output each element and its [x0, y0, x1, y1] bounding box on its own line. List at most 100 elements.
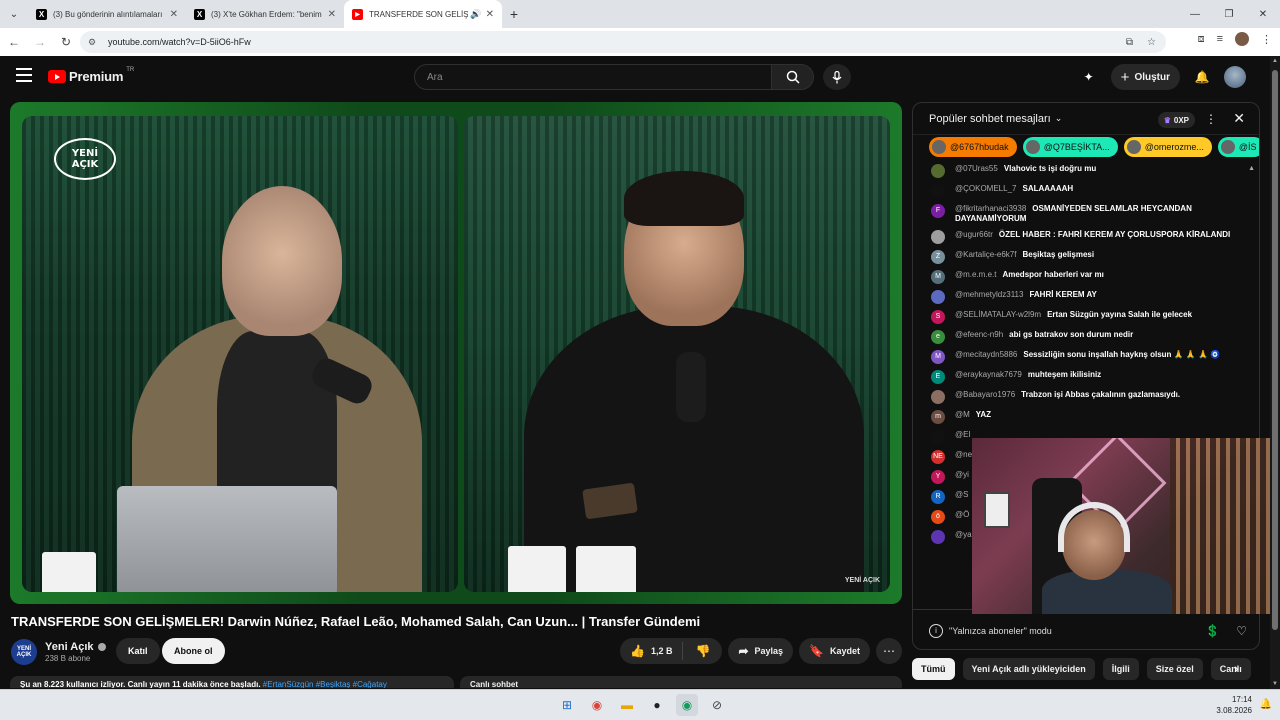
browser-tab-0[interactable]: X (3) Bu gönderinin alıntılamaları ✕	[28, 0, 186, 28]
chat-author[interactable]: @mehmetyldz3113	[955, 290, 1023, 299]
chat-message[interactable]: M @m.e.m.e.t Amedspor haberleri var mı	[913, 267, 1253, 287]
chat-author-avatar[interactable]	[931, 230, 945, 244]
chat-author-avatar[interactable]: Y	[931, 470, 945, 484]
create-button[interactable]: + Oluştur	[1110, 64, 1180, 90]
chat-ticker[interactable]: @İS	[1217, 137, 1259, 157]
chat-author[interactable]: @m.e.m.e.t	[955, 270, 996, 279]
chat-author[interactable]: @ÇOKOMELL_7	[955, 184, 1016, 193]
description-box[interactable]: Şu an 8.223 kullanıcı izliyor. Canlı yay…	[10, 676, 454, 688]
back-arrow-icon[interactable]: ←	[2, 30, 26, 54]
chat-message[interactable]: @ugur66tr ÖZEL HABER : FAHRİ KEREM AY ÇOR…	[913, 227, 1253, 247]
chrome-icon[interactable]: ◉	[676, 694, 698, 716]
chat-author-avatar[interactable]: F	[931, 204, 945, 218]
more-actions-button[interactable]: ⋯	[876, 638, 902, 664]
chat-author-avatar[interactable]: m	[931, 410, 945, 424]
cast-icon[interactable]: ⧉	[1126, 37, 1133, 48]
filter-chip[interactable]: Size özel	[1146, 658, 1203, 680]
chat-ticker[interactable]: @Q7BEŞİKTA...	[1022, 137, 1118, 157]
app-icon[interactable]: ⊘	[706, 694, 728, 716]
chat-message[interactable]: @mehmetyldz3113 FAHRİ KEREM AY	[913, 287, 1253, 307]
windows-start-icon[interactable]: ⊞	[556, 694, 578, 716]
chat-message[interactable]: M @mecitaydn5886 Sessizliğin sonu inşallah…	[913, 347, 1253, 367]
heart-icon[interactable]: ♡	[1236, 624, 1247, 638]
close-icon[interactable]: ✕	[170, 9, 178, 20]
chat-message[interactable]: S @SELİMATALAY-w2l9m Ertan Süzgün yayına S…	[913, 307, 1253, 327]
chat-author[interactable]: @eraykaynak7679	[955, 370, 1022, 379]
filter-chip[interactable]: Yeni Açık adlı yükleyiciden	[962, 658, 1095, 680]
notification-bell-icon[interactable]: 🔔	[1260, 699, 1272, 710]
chat-mode-label[interactable]: Popüler sohbet mesajları	[929, 113, 1051, 125]
reading-list-icon[interactable]: ≡	[1217, 33, 1223, 45]
chat-ticker[interactable]: @omerozme...	[1123, 137, 1212, 157]
filter-chip[interactable]: Canlı	[1210, 658, 1251, 680]
bookmark-star-icon[interactable]: ☆	[1147, 37, 1156, 48]
channel-name[interactable]: Yeni Açık	[45, 641, 94, 653]
super-chat-icon[interactable]: 💲	[1205, 624, 1220, 638]
chat-author[interactable]: @El	[955, 430, 970, 439]
chat-author[interactable]: @efeenc-n9h	[955, 330, 1003, 339]
chat-author[interactable]: @07Uras55	[955, 164, 998, 173]
chat-message[interactable]: F @fikritarhanaci3938 OSMANİYEDEN SELAMLAR…	[913, 201, 1253, 227]
chat-message[interactable]: e @efeenc-n9h abi gs batrakov son durum ne…	[913, 327, 1253, 347]
url-field[interactable]: ⚙ youtube.com/watch?v=D-5iiO6-hFw ⧉ ☆	[80, 31, 1166, 53]
app-icon[interactable]: ●	[646, 694, 668, 716]
chat-message[interactable]: Z @Kartaliçe-e6k7f Beşiktaş gelişmesi	[913, 247, 1253, 267]
chat-author-avatar[interactable]: NE	[931, 450, 945, 464]
chat-author[interactable]: @mecitaydn5886	[955, 350, 1017, 359]
close-icon[interactable]: ✕	[328, 9, 336, 20]
search-button[interactable]	[772, 64, 814, 90]
share-button[interactable]: ➦ Paylaş	[728, 638, 794, 664]
tab-search-icon[interactable]: ⌄	[0, 0, 28, 28]
close-chat-icon[interactable]: ✕	[1233, 110, 1245, 127]
chat-author[interactable]: @ugur66tr	[955, 230, 993, 239]
chat-author-avatar[interactable]	[931, 164, 945, 178]
xp-badge[interactable]: ♛ 0XP	[1157, 112, 1195, 128]
new-tab-button[interactable]: +	[502, 6, 526, 22]
chat-author[interactable]: @SELİMATALAY-w2l9m	[955, 310, 1041, 319]
chat-message[interactable]: m @M YAZ	[913, 407, 1253, 427]
description-tags[interactable]: #ErtanSüzgün #Beşiktaş #Cağatay	[263, 680, 387, 688]
extensions-icon[interactable]: ⧈	[1198, 33, 1205, 46]
info-icon[interactable]: i	[929, 623, 943, 638]
chevron-down-icon[interactable]: ⌄	[1055, 113, 1063, 124]
chat-author[interactable]: @Ö	[955, 510, 969, 519]
chat-more-icon[interactable]: ⋮	[1205, 112, 1217, 126]
chat-author-avatar[interactable]: M	[931, 350, 945, 364]
close-window-icon[interactable]: ✕	[1246, 0, 1280, 28]
account-avatar[interactable]	[1224, 66, 1246, 88]
chat-author[interactable]: @Kartaliçe-e6k7f	[955, 250, 1016, 259]
chat-author[interactable]: @ne	[955, 450, 972, 459]
search-input[interactable]: Ara	[414, 64, 772, 90]
chat-message[interactable]: @07Uras55 Vlahovic ts işi doğru mu	[913, 161, 1253, 181]
file-explorer-icon[interactable]: ▬	[616, 694, 638, 716]
site-info-icon[interactable]: ⚙	[88, 37, 102, 48]
chat-header[interactable]: Popüler sohbet mesajları ⌄ ♛ 0XP ⋮ ✕	[913, 103, 1259, 135]
chat-author-avatar[interactable]	[931, 390, 945, 404]
chat-author-avatar[interactable]	[931, 530, 945, 544]
premium-gift-icon[interactable]: ✦	[1079, 67, 1099, 87]
chat-author[interactable]: @fikritarhanaci3938	[955, 204, 1026, 213]
chat-author[interactable]: @S	[955, 490, 968, 499]
voice-search-button[interactable]	[823, 64, 851, 90]
chat-author-avatar[interactable]: ö	[931, 510, 945, 524]
maximize-icon[interactable]: ❐	[1212, 0, 1246, 28]
chat-author[interactable]: @M	[955, 410, 970, 419]
page-scrollbar[interactable]: ▲ ▼	[1270, 56, 1280, 689]
reload-icon[interactable]: ↻	[54, 30, 78, 54]
youtube-logo[interactable]: Premium TR	[48, 67, 134, 84]
browser-tab-1[interactable]: X (3) X'te Gökhan Erdem: "benim ✕	[186, 0, 344, 28]
chat-message[interactable]: @Babayaro1976 Trabzon işi Abbas çakalının…	[913, 387, 1253, 407]
chat-author-avatar[interactable]: S	[931, 310, 945, 324]
chat-author[interactable]: @yi	[955, 470, 969, 479]
subscribe-button[interactable]: Abone ol	[162, 638, 225, 664]
channel-avatar[interactable]: YENİ AÇIK	[11, 639, 37, 665]
like-button[interactable]: 👍 1,2 B	[620, 642, 684, 660]
chat-ticker[interactable]: @6767hbudak	[929, 137, 1017, 157]
chat-author-avatar[interactable]: E	[931, 370, 945, 384]
video-player[interactable]: YENİ AÇIK YENİ AÇIK	[10, 102, 902, 604]
chat-author-avatar[interactable]: R	[931, 490, 945, 504]
dislike-button[interactable]: 👎	[683, 644, 722, 658]
chat-author[interactable]: @ya	[955, 530, 972, 539]
filter-chip[interactable]: Tümü	[912, 658, 955, 680]
forward-arrow-icon[interactable]: →	[28, 30, 52, 54]
